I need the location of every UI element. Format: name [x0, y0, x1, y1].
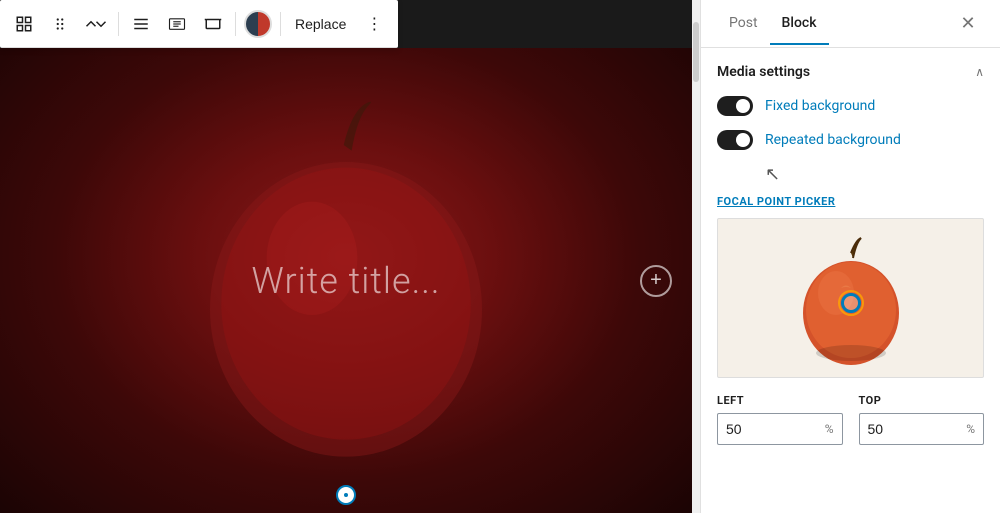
cursor-indicator: ↖ [765, 164, 984, 185]
toolbar-divider-3 [280, 12, 281, 36]
move-up-down-button[interactable] [80, 8, 112, 40]
top-coord-group: TOP % [859, 394, 985, 445]
focal-point-dot[interactable] [841, 293, 861, 313]
repeated-background-label: Repeated background [765, 132, 901, 148]
cover-title-placeholder[interactable]: Write title... [252, 260, 441, 302]
drag-handle-button[interactable] [44, 8, 76, 40]
right-panel: Post Block ✕ Media settings ∧ Fixed back… [700, 0, 1000, 513]
media-settings-header: Media settings ∧ [717, 64, 984, 80]
panel-tabs: Post Block ✕ [701, 0, 1000, 48]
tab-post[interactable]: Post [717, 3, 770, 45]
left-coord-label: LEFT [717, 394, 843, 407]
fixed-background-toggle[interactable] [717, 96, 753, 116]
editor-scrollbar[interactable] [692, 0, 700, 513]
left-coord-unit: % [825, 422, 834, 436]
tab-block[interactable]: Block [770, 3, 829, 45]
panel-content: Media settings ∧ Fixed background Repeat… [701, 48, 1000, 513]
focal-point-picker-text: PICKER [791, 195, 835, 208]
wide-align-button[interactable] [161, 8, 193, 40]
toolbar-divider-2 [235, 12, 236, 36]
top-coord-unit: % [966, 422, 975, 436]
panel-close-button[interactable]: ✕ [952, 8, 984, 40]
toolbar-divider-1 [118, 12, 119, 36]
left-coord-input-wrap: % [717, 413, 843, 445]
scrollbar-thumb[interactable] [693, 22, 699, 82]
top-coord-input-wrap: % [859, 413, 985, 445]
color-icon [244, 10, 272, 38]
coordinates-row: LEFT % TOP % [717, 394, 984, 445]
focal-image-container[interactable] [717, 218, 984, 378]
top-coord-input[interactable] [868, 421, 967, 437]
fullwidth-button[interactable] [197, 8, 229, 40]
focal-point-link[interactable]: POINT [757, 195, 792, 208]
focal-point-label-text: FOCAL [717, 195, 757, 208]
block-toolbar: Replace ⋮ [0, 0, 398, 48]
add-block-button[interactable]: + [640, 265, 672, 297]
resize-handle[interactable] [336, 485, 356, 505]
fixed-background-row: Fixed background [717, 96, 984, 116]
fixed-background-label: Fixed background [765, 98, 875, 114]
collapse-chevron-icon[interactable]: ∧ [975, 65, 984, 79]
editor-area: Replace ⋮ Write title... + [0, 0, 692, 513]
top-coord-label: TOP [859, 394, 985, 407]
left-coord-input[interactable] [726, 421, 825, 437]
repeated-background-row: Repeated background [717, 130, 984, 150]
more-options-button[interactable]: ⋮ [358, 8, 390, 40]
left-coord-group: LEFT % [717, 394, 843, 445]
align-button[interactable] [125, 8, 157, 40]
color-picker-button[interactable] [242, 8, 274, 40]
cover-block: Write title... + [0, 48, 692, 513]
focal-point-label: FOCAL POINT PICKER [717, 195, 984, 208]
repeated-background-toggle[interactable] [717, 130, 753, 150]
block-mover-button[interactable] [8, 8, 40, 40]
replace-button[interactable]: Replace [287, 12, 354, 36]
media-settings-title: Media settings [717, 64, 810, 80]
